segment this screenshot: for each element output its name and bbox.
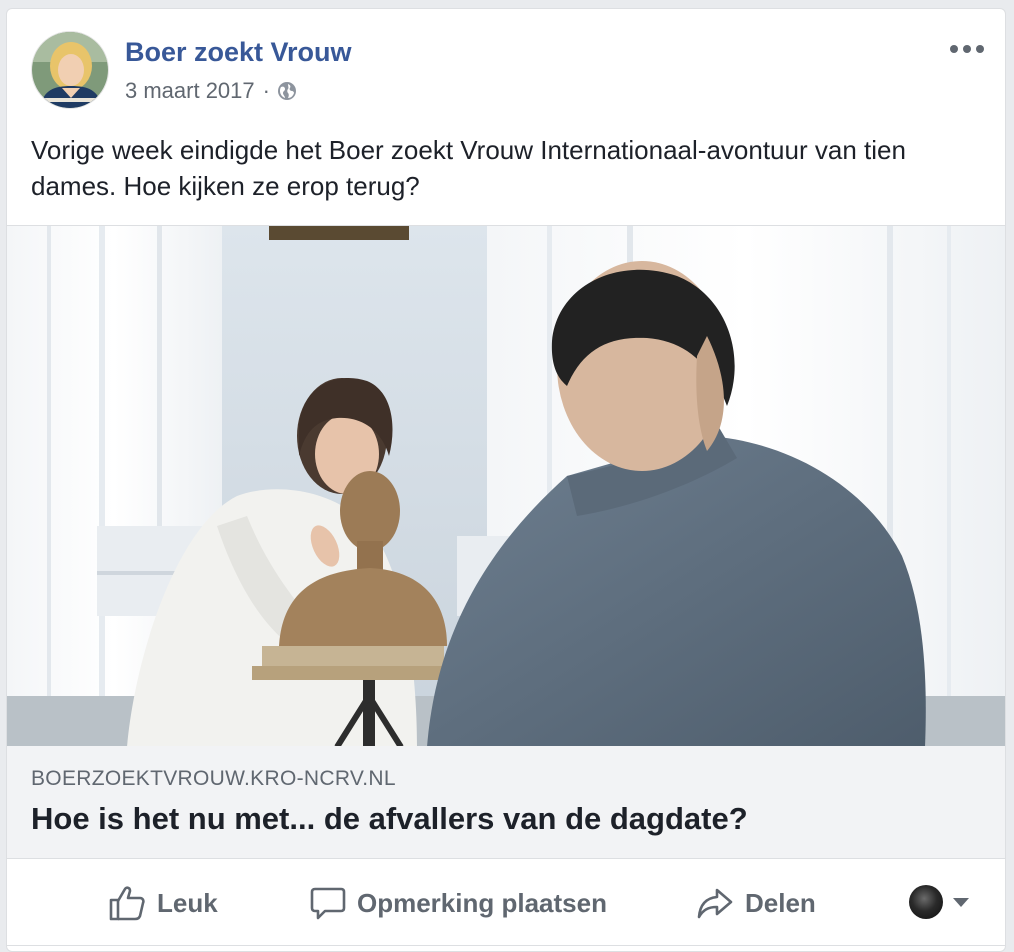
page-avatar[interactable]	[31, 31, 109, 109]
speech-bubble-icon	[310, 887, 346, 920]
link-preview-box[interactable]: BOERZOEKTVROUW.KRO-NCRV.NL Hoe is het nu…	[7, 746, 1005, 859]
page-name-link[interactable]: Boer zoekt Vrouw	[125, 37, 352, 68]
share-label: Delen	[745, 887, 816, 918]
comment-button[interactable]: Opmerking plaatsen	[309, 883, 607, 923]
like-label: Leuk	[157, 887, 218, 918]
link-domain: BOERZOEKTVROUW.KRO-NCRV.NL	[31, 767, 396, 790]
share-arrow-icon	[697, 888, 733, 919]
post-meta: 3 maart 2017 ·	[125, 78, 297, 104]
chevron-down-icon	[953, 897, 969, 907]
post-message: Vorige week eindigde het Boer zoekt Vrou…	[31, 135, 906, 201]
comment-label: Opmerking plaatsen	[357, 887, 607, 918]
action-bar: Leuk Opmerking plaatsen Delen	[7, 859, 1005, 946]
avatar-image	[32, 32, 108, 108]
reaction-audience-selector[interactable]	[909, 885, 969, 919]
user-avatar	[909, 885, 943, 919]
share-button[interactable]: Delen	[695, 883, 816, 923]
link-preview-image[interactable]	[7, 225, 1005, 747]
like-button[interactable]: Leuk	[107, 883, 218, 923]
thumbs-up-icon	[109, 886, 145, 921]
post-date[interactable]: 3 maart 2017	[125, 78, 255, 104]
globe-icon[interactable]	[277, 81, 297, 101]
photo-scene	[7, 226, 1005, 747]
meta-separator: ·	[262, 78, 270, 103]
more-options-icon[interactable]	[947, 37, 987, 61]
link-title[interactable]: Hoe is het nu met... de afvallers van de…	[31, 801, 748, 837]
post-card: Boer zoekt Vrouw 3 maart 2017 · Vorige w…	[6, 8, 1006, 952]
post-header: Boer zoekt Vrouw 3 maart 2017 ·	[7, 9, 1005, 119]
